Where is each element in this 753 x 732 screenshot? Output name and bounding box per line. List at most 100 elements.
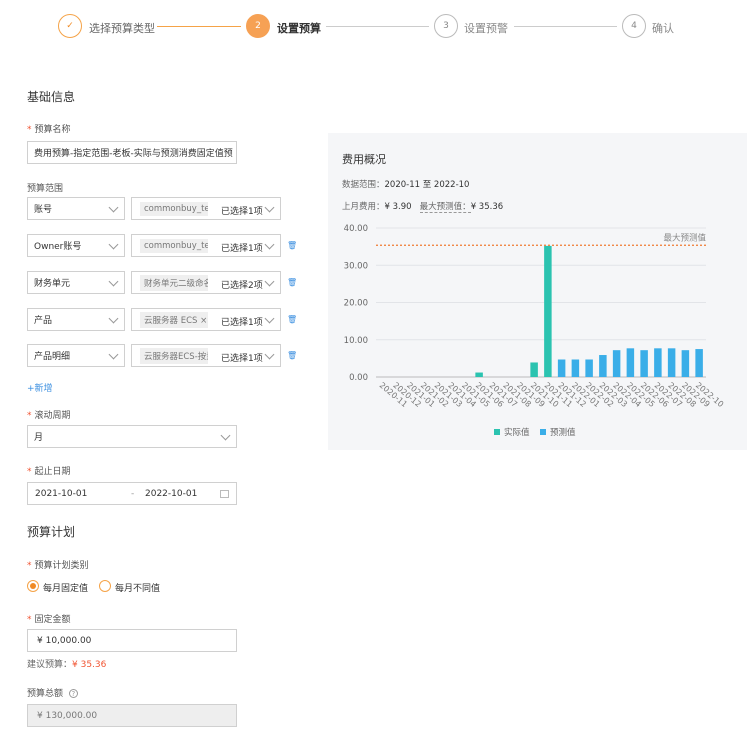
cycle-value: 月 [34, 433, 44, 443]
chevron-down-icon [220, 430, 231, 441]
y-tick-label: 20.00 [344, 299, 368, 309]
progress-steps: ✓ 选择预算类型 2 设置预算 3 设置预警 4 确认 [58, 14, 678, 40]
total-label: 预算总额 ? [27, 686, 78, 699]
bar-forecast [599, 355, 607, 377]
scope-selected-count: 已选择1项 [221, 207, 263, 217]
scope-selected-count: 已选择1项 [221, 354, 263, 364]
chevron-down-icon [108, 276, 119, 287]
step-3-label: 设置预警 [464, 22, 508, 35]
radio-varied-label[interactable]: 每月不同值 [115, 581, 160, 594]
radio-fixed[interactable] [27, 580, 39, 592]
chevron-down-icon [264, 202, 275, 213]
scope-value-tag: commonbuy_test [140, 201, 208, 216]
bar-forecast [640, 350, 648, 377]
step-2-number: 2 [246, 14, 270, 38]
step-connector [514, 26, 617, 27]
delete-icon[interactable]: 🗑︎ [287, 351, 297, 360]
bar-forecast [585, 359, 593, 377]
cycle-label: * 滚动周期 [27, 411, 71, 421]
calendar-icon [220, 490, 229, 498]
scope-value-tag: commonbuy_test [140, 238, 208, 253]
bar-forecast [667, 348, 676, 377]
budget-scope-label: 预算范围 [27, 184, 64, 194]
budget-name-input[interactable]: 费用预算-指定范围-老板-实际与预测消费固定值预 [27, 141, 237, 164]
date-start[interactable]: 2021-10-01 [35, 489, 87, 499]
step-3-number: 3 [434, 14, 458, 38]
scope-dimension-value: 产品明细 [34, 352, 71, 362]
date-range-picker[interactable]: 2021-10-01 - 2022-10-01 [27, 482, 237, 505]
scope-dimension-value: 财务单元 [34, 279, 71, 289]
scope-dimension-select[interactable]: 产品 [27, 308, 125, 331]
legend-label-forecast: 预测值 [550, 427, 576, 438]
scope-dimension-select[interactable]: 账号 [27, 197, 125, 220]
chevron-down-icon [108, 239, 119, 250]
max-forecast-label: 最大预测值 [663, 232, 706, 243]
cost-chart: 0.0010.0020.0030.0040.002020-112020-1220… [344, 224, 726, 438]
add-scope-link[interactable]: +新增 [27, 381, 53, 394]
scope-value-tag: 云服务器 ECS × [140, 311, 208, 328]
chevron-down-icon [108, 349, 119, 360]
scope-value-select[interactable]: commonbuy_test 已选择1项 [131, 234, 281, 257]
legend-swatch-forecast [540, 429, 546, 435]
scope-value-select[interactable]: 云服务器ECS-按量 已选择1项 [131, 344, 281, 367]
date-label: * 起止日期 [27, 467, 71, 477]
y-tick-label: 10.00 [344, 336, 368, 346]
step-2-label: 设置预算 [277, 22, 321, 35]
scope-value-tag: 云服务器ECS-按量 [140, 347, 208, 364]
scope-selected-count: 已选择1项 [221, 318, 263, 328]
date-separator: - [131, 488, 135, 499]
bar-forecast [612, 350, 621, 377]
bar-forecast [571, 359, 580, 377]
step-connector [157, 26, 241, 27]
scope-dimension-select[interactable]: 产品明细 [27, 344, 125, 367]
scope-value-select[interactable]: 云服务器 ECS × 已选择1项 [131, 308, 281, 331]
delete-icon[interactable]: 🗑︎ [287, 278, 297, 287]
bar-forecast [681, 350, 690, 377]
step-1-label: 选择预算类型 [89, 22, 155, 35]
scope-dimension-select[interactable]: 财务单元 [27, 271, 125, 294]
bar-forecast [557, 359, 566, 377]
scope-dimension-value: Owner账号 [34, 242, 82, 252]
delete-icon[interactable]: 🗑︎ [287, 315, 297, 324]
radio-varied[interactable] [99, 580, 111, 592]
plan-type-label: * 预算计划类别 [27, 561, 89, 571]
suggest-text: 建议预算：¥ 35.36 [27, 660, 107, 670]
scope-selected-count: 已选择1项 [221, 244, 263, 254]
radio-fixed-label[interactable]: 每月固定值 [43, 581, 88, 594]
bar-actual [530, 362, 538, 377]
scope-dimension-value: 账号 [34, 205, 53, 215]
cost-overview-panel: 费用概况 数据范围：2020-11 至 2022-10 上月费用：¥ 3.90 … [328, 133, 747, 450]
chevron-down-icon [264, 239, 275, 250]
bar-forecast [626, 348, 635, 377]
chevron-down-icon [108, 202, 119, 213]
chevron-down-icon [108, 313, 119, 324]
step-1-check-icon: ✓ [58, 14, 82, 38]
y-tick-label: 30.00 [344, 261, 368, 271]
amount-label: * 固定金额 [27, 615, 71, 625]
bar-actual [475, 372, 483, 377]
y-tick-label: 40.00 [344, 224, 368, 234]
legend-label-actual: 实际值 [504, 427, 530, 438]
cycle-select[interactable]: 月 [27, 425, 237, 448]
scope-dimension-select[interactable]: Owner账号 [27, 234, 125, 257]
delete-icon[interactable]: 🗑︎ [287, 241, 297, 250]
scope-value-select[interactable]: commonbuy_test 已选择1项 [131, 197, 281, 220]
step-4-number: 4 [622, 14, 646, 38]
scope-value-select[interactable]: 财务单元二级命名 已选择2项 [131, 271, 281, 294]
date-end[interactable]: 2022-10-01 [145, 489, 197, 499]
step-connector [326, 26, 429, 27]
section-title-basic: 基础信息 [27, 90, 76, 104]
bar-forecast [654, 348, 662, 377]
bar-forecast [695, 349, 703, 377]
chevron-down-icon [264, 313, 275, 324]
scope-value-tag: 财务单元二级命名 [140, 274, 208, 291]
total-input: ¥ 130,000.00 [27, 704, 237, 727]
scope-dimension-value: 产品 [34, 316, 53, 326]
help-icon[interactable]: ? [68, 689, 78, 698]
bar-actual [544, 245, 552, 377]
y-tick-label: 0.00 [349, 373, 368, 383]
budget-name-label: * 预算名称 [27, 125, 71, 135]
legend-swatch-actual [494, 429, 500, 435]
amount-input[interactable]: ¥ 10,000.00 [27, 629, 237, 652]
chevron-down-icon [264, 349, 275, 360]
